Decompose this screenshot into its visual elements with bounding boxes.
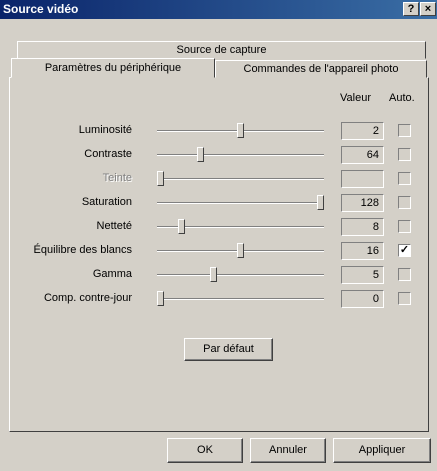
ok-button[interactable]: OK <box>167 438 243 463</box>
dialog-body: Source de capture Paramètres du périphér… <box>0 19 437 471</box>
cancel-button[interactable]: Annuler <box>250 438 326 463</box>
tab-camera-controls[interactable]: Commandes de l'appareil photo <box>215 60 427 78</box>
tab-capture-source[interactable]: Source de capture <box>17 41 426 59</box>
tab-device-settings[interactable]: Paramètres du périphérique <box>11 58 215 78</box>
close-button[interactable]: × <box>420 2 436 16</box>
window-title: Source vidéo <box>3 2 79 16</box>
title-bar: Source vidéo ? × <box>0 0 437 19</box>
apply-button[interactable]: Appliquer <box>333 438 431 463</box>
help-button[interactable]: ? <box>403 2 419 16</box>
settings-panel <box>9 77 429 432</box>
